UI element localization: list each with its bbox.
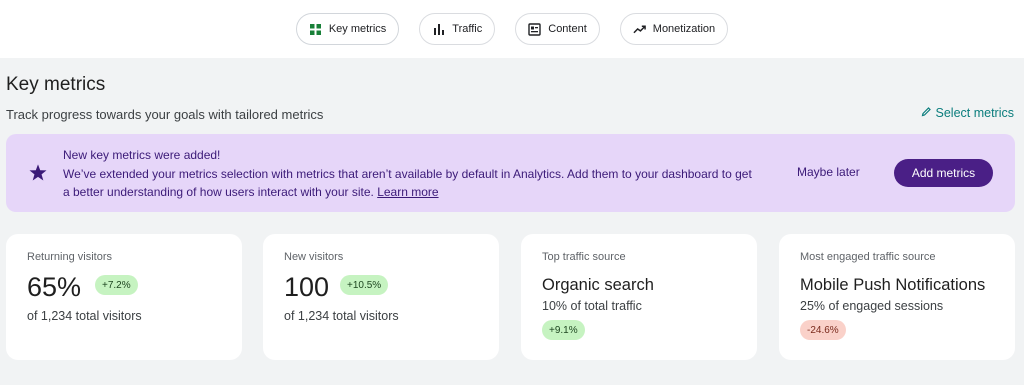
tab-traffic[interactable]: Traffic <box>419 13 496 45</box>
metric-card-returning-visitors[interactable]: Returning visitors 65% +7.2% of 1,234 to… <box>6 234 242 360</box>
banner-title: New key metrics were added! <box>63 148 221 162</box>
bar-chart-icon <box>432 23 445 36</box>
maybe-later-button[interactable]: Maybe later <box>797 165 860 179</box>
card-value: 65% <box>27 272 82 302</box>
card-label: Most engaged traffic source <box>800 251 936 263</box>
metric-card-top-traffic-source[interactable]: Top traffic source Organic search 10% of… <box>521 234 757 360</box>
tab-content[interactable]: Content <box>515 13 600 45</box>
page-title: Key metrics <box>6 74 106 95</box>
new-metrics-banner: New key metrics were added! We’ve extend… <box>6 134 1015 212</box>
tab-bar: Key metrics Traffic Content Monetization <box>0 0 1024 58</box>
card-label: Returning visitors <box>27 251 112 263</box>
pencil-icon <box>921 106 932 120</box>
learn-more-link[interactable]: Learn more <box>377 185 438 199</box>
card-label: Top traffic source <box>542 251 626 263</box>
star-icon <box>29 164 47 186</box>
card-detail: 10% of total traffic <box>542 299 642 313</box>
card-detail: of 1,234 total visitors <box>27 309 142 323</box>
article-icon <box>528 22 541 36</box>
tab-label: Traffic <box>452 23 483 35</box>
card-value: Organic search <box>542 276 654 294</box>
card-value: 100 <box>284 272 330 302</box>
tab-label: Monetization <box>652 23 716 35</box>
tab-label: Content <box>548 23 587 35</box>
change-badge: +10.5% <box>340 275 389 295</box>
tab-monetization[interactable]: Monetization <box>619 13 729 45</box>
card-detail: of 1,234 total visitors <box>284 309 399 323</box>
change-badge: -24.6% <box>800 320 846 340</box>
change-badge: +7.2% <box>95 275 138 295</box>
card-label: New visitors <box>284 251 344 263</box>
add-metrics-button[interactable]: Add metrics <box>894 159 993 187</box>
change-badge: +9.1% <box>542 320 585 340</box>
select-metrics-link[interactable]: Select metrics <box>921 106 1015 120</box>
select-metrics-label: Select metrics <box>935 106 1015 120</box>
metric-card-most-engaged-source[interactable]: Most engaged traffic source Mobile Push … <box>779 234 1015 360</box>
metric-card-new-visitors[interactable]: New visitors 100 +10.5% of 1,234 total v… <box>263 234 499 360</box>
grid-icon <box>309 23 322 36</box>
card-detail: 25% of engaged sessions <box>800 299 944 313</box>
tab-label: Key metrics <box>328 23 387 35</box>
tab-key-metrics[interactable]: Key metrics <box>295 13 400 45</box>
page-subtitle: Track progress towards your goals with t… <box>6 107 324 122</box>
trending-up-icon <box>633 23 646 36</box>
banner-text: We’ve extended your metrics selection wi… <box>63 165 753 201</box>
card-value: Mobile Push Notifications <box>800 276 986 294</box>
